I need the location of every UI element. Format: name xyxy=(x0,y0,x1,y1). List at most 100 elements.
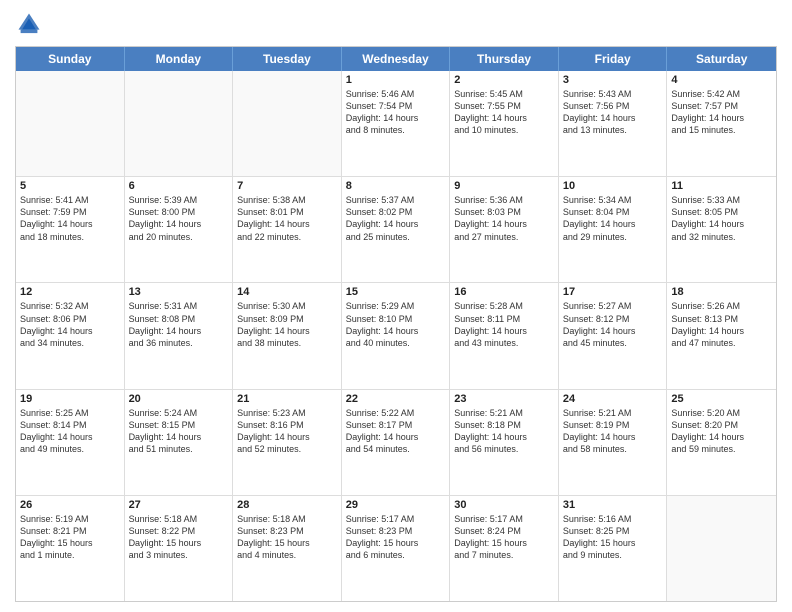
calendar-cell: 28 Sunrise: 5:18 AM Sunset: 8:23 PM Dayli… xyxy=(233,496,342,601)
cell-info: Sunrise: 5:45 AM Sunset: 7:55 PM Dayligh… xyxy=(454,88,554,137)
cell-info: Sunrise: 5:21 AM Sunset: 8:18 PM Dayligh… xyxy=(454,407,554,456)
header-day-sunday: Sunday xyxy=(16,47,125,71)
header-day-friday: Friday xyxy=(559,47,668,71)
logo-icon xyxy=(15,10,43,38)
cell-info: Sunrise: 5:41 AM Sunset: 7:59 PM Dayligh… xyxy=(20,194,120,243)
cell-info: Sunrise: 5:32 AM Sunset: 8:06 PM Dayligh… xyxy=(20,300,120,349)
calendar-row-3: 19 Sunrise: 5:25 AM Sunset: 8:14 PM Dayli… xyxy=(16,390,776,496)
calendar-cell: 29 Sunrise: 5:17 AM Sunset: 8:23 PM Dayli… xyxy=(342,496,451,601)
day-number: 16 xyxy=(454,286,554,298)
calendar-cell xyxy=(125,71,234,176)
calendar-row-0: 1 Sunrise: 5:46 AM Sunset: 7:54 PM Daylig… xyxy=(16,71,776,177)
calendar-cell xyxy=(16,71,125,176)
cell-info: Sunrise: 5:27 AM Sunset: 8:12 PM Dayligh… xyxy=(563,300,663,349)
cell-info: Sunrise: 5:17 AM Sunset: 8:23 PM Dayligh… xyxy=(346,513,446,562)
day-number: 20 xyxy=(129,393,229,405)
day-number: 9 xyxy=(454,180,554,192)
day-number: 19 xyxy=(20,393,120,405)
cell-info: Sunrise: 5:39 AM Sunset: 8:00 PM Dayligh… xyxy=(129,194,229,243)
calendar-cell: 15 Sunrise: 5:29 AM Sunset: 8:10 PM Dayli… xyxy=(342,283,451,388)
day-number: 24 xyxy=(563,393,663,405)
day-number: 8 xyxy=(346,180,446,192)
day-number: 29 xyxy=(346,499,446,511)
calendar-cell: 2 Sunrise: 5:45 AM Sunset: 7:55 PM Daylig… xyxy=(450,71,559,176)
cell-info: Sunrise: 5:18 AM Sunset: 8:23 PM Dayligh… xyxy=(237,513,337,562)
calendar-row-1: 5 Sunrise: 5:41 AM Sunset: 7:59 PM Daylig… xyxy=(16,177,776,283)
day-number: 13 xyxy=(129,286,229,298)
header-day-monday: Monday xyxy=(125,47,234,71)
day-number: 15 xyxy=(346,286,446,298)
calendar-cell: 14 Sunrise: 5:30 AM Sunset: 8:09 PM Dayli… xyxy=(233,283,342,388)
day-number: 11 xyxy=(671,180,772,192)
calendar-cell: 18Sunrise: 5:26 AM Sunset: 8:13 PM Dayli… xyxy=(667,283,776,388)
page: SundayMondayTuesdayWednesdayThursdayFrid… xyxy=(0,0,792,612)
day-number: 4 xyxy=(671,74,772,86)
header-day-saturday: Saturday xyxy=(667,47,776,71)
calendar-cell: 6 Sunrise: 5:39 AM Sunset: 8:00 PM Daylig… xyxy=(125,177,234,282)
cell-info: Sunrise: 5:46 AM Sunset: 7:54 PM Dayligh… xyxy=(346,88,446,137)
calendar-cell: 4 Sunrise: 5:42 AM Sunset: 7:57 PM Daylig… xyxy=(667,71,776,176)
cell-info: Sunrise: 5:22 AM Sunset: 8:17 PM Dayligh… xyxy=(346,407,446,456)
cell-info: Sunrise: 5:16 AM Sunset: 8:25 PM Dayligh… xyxy=(563,513,663,562)
calendar-cell: 24 Sunrise: 5:21 AM Sunset: 8:19 PM Dayli… xyxy=(559,390,668,495)
calendar-cell: 26Sunrise: 5:19 AM Sunset: 8:21 PM Dayli… xyxy=(16,496,125,601)
cell-info: Sunrise: 5:21 AM Sunset: 8:19 PM Dayligh… xyxy=(563,407,663,456)
cell-info: Sunrise: 5:25 AM Sunset: 8:14 PM Dayligh… xyxy=(20,407,120,456)
day-number: 3 xyxy=(563,74,663,86)
calendar-cell: 17 Sunrise: 5:27 AM Sunset: 8:12 PM Dayli… xyxy=(559,283,668,388)
calendar-body: 1 Sunrise: 5:46 AM Sunset: 7:54 PM Daylig… xyxy=(16,71,776,601)
cell-info: Sunrise: 5:26 AM Sunset: 8:13 PM Dayligh… xyxy=(671,300,772,349)
calendar-cell: 11 Sunrise: 5:33 AM Sunset: 8:05 PM Dayli… xyxy=(667,177,776,282)
calendar-cell: 12 Sunrise: 5:32 AM Sunset: 8:06 PM Dayli… xyxy=(16,283,125,388)
calendar-cell: 9Sunrise: 5:36 AM Sunset: 8:03 PM Daylig… xyxy=(450,177,559,282)
calendar-cell: 22 Sunrise: 5:22 AM Sunset: 8:17 PM Dayli… xyxy=(342,390,451,495)
cell-info: Sunrise: 5:29 AM Sunset: 8:10 PM Dayligh… xyxy=(346,300,446,349)
cell-info: Sunrise: 5:37 AM Sunset: 8:02 PM Dayligh… xyxy=(346,194,446,243)
calendar-cell: 31 Sunrise: 5:16 AM Sunset: 8:25 PM Dayli… xyxy=(559,496,668,601)
day-number: 14 xyxy=(237,286,337,298)
cell-info: Sunrise: 5:20 AM Sunset: 8:20 PM Dayligh… xyxy=(671,407,772,456)
day-number: 23 xyxy=(454,393,554,405)
cell-info: Sunrise: 5:38 AM Sunset: 8:01 PM Dayligh… xyxy=(237,194,337,243)
cell-info: Sunrise: 5:24 AM Sunset: 8:15 PM Dayligh… xyxy=(129,407,229,456)
day-number: 7 xyxy=(237,180,337,192)
day-number: 17 xyxy=(563,286,663,298)
day-number: 6 xyxy=(129,180,229,192)
calendar-cell: 23 Sunrise: 5:21 AM Sunset: 8:18 PM Dayli… xyxy=(450,390,559,495)
day-number: 31 xyxy=(563,499,663,511)
calendar-cell: 10 Sunrise: 5:34 AM Sunset: 8:04 PM Dayli… xyxy=(559,177,668,282)
header-day-wednesday: Wednesday xyxy=(342,47,451,71)
day-number: 22 xyxy=(346,393,446,405)
cell-info: Sunrise: 5:17 AM Sunset: 8:24 PM Dayligh… xyxy=(454,513,554,562)
day-number: 25 xyxy=(671,393,772,405)
cell-info: Sunrise: 5:34 AM Sunset: 8:04 PM Dayligh… xyxy=(563,194,663,243)
calendar-cell: 7 Sunrise: 5:38 AM Sunset: 8:01 PM Daylig… xyxy=(233,177,342,282)
calendar-cell: 27Sunrise: 5:18 AM Sunset: 8:22 PM Dayli… xyxy=(125,496,234,601)
calendar-cell: 19 Sunrise: 5:25 AM Sunset: 8:14 PM Dayli… xyxy=(16,390,125,495)
cell-info: Sunrise: 5:31 AM Sunset: 8:08 PM Dayligh… xyxy=(129,300,229,349)
cell-info: Sunrise: 5:33 AM Sunset: 8:05 PM Dayligh… xyxy=(671,194,772,243)
calendar-cell: 21Sunrise: 5:23 AM Sunset: 8:16 PM Dayli… xyxy=(233,390,342,495)
header-day-tuesday: Tuesday xyxy=(233,47,342,71)
cell-info: Sunrise: 5:42 AM Sunset: 7:57 PM Dayligh… xyxy=(671,88,772,137)
day-number: 2 xyxy=(454,74,554,86)
calendar-cell: 5 Sunrise: 5:41 AM Sunset: 7:59 PM Daylig… xyxy=(16,177,125,282)
calendar-cell: 25 Sunrise: 5:20 AM Sunset: 8:20 PM Dayli… xyxy=(667,390,776,495)
calendar: SundayMondayTuesdayWednesdayThursdayFrid… xyxy=(15,46,777,602)
cell-info: Sunrise: 5:30 AM Sunset: 8:09 PM Dayligh… xyxy=(237,300,337,349)
calendar-header: SundayMondayTuesdayWednesdayThursdayFrid… xyxy=(16,47,776,71)
day-number: 12 xyxy=(20,286,120,298)
day-number: 5 xyxy=(20,180,120,192)
cell-info: Sunrise: 5:28 AM Sunset: 8:11 PM Dayligh… xyxy=(454,300,554,349)
calendar-cell: 8 Sunrise: 5:37 AM Sunset: 8:02 PM Daylig… xyxy=(342,177,451,282)
header xyxy=(15,10,777,38)
day-number: 21 xyxy=(237,393,337,405)
day-number: 1 xyxy=(346,74,446,86)
calendar-cell: 1 Sunrise: 5:46 AM Sunset: 7:54 PM Daylig… xyxy=(342,71,451,176)
calendar-row-2: 12 Sunrise: 5:32 AM Sunset: 8:06 PM Dayli… xyxy=(16,283,776,389)
calendar-cell xyxy=(233,71,342,176)
day-number: 30 xyxy=(454,499,554,511)
day-number: 26 xyxy=(20,499,120,511)
day-number: 28 xyxy=(237,499,337,511)
day-number: 10 xyxy=(563,180,663,192)
